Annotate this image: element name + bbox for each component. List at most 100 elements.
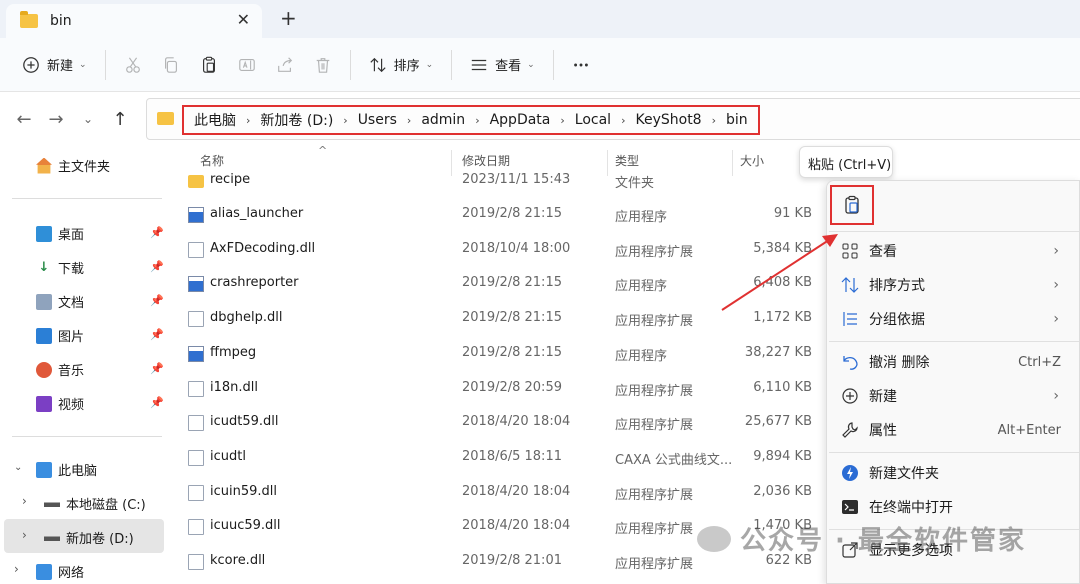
crumb-appdata[interactable]: AppData	[490, 112, 551, 128]
chevron-right-icon[interactable]: ›	[712, 114, 716, 127]
undo-shortcut: Ctrl+Z	[1018, 354, 1061, 370]
up-arrow-icon[interactable]: ↑	[104, 109, 136, 130]
crumb-admin[interactable]: admin	[421, 112, 465, 128]
nav-music[interactable]: 音乐	[36, 360, 84, 379]
list-view-icon	[471, 59, 487, 70]
file-date: 2018/6/5 18:11	[462, 448, 562, 464]
chevron-right-icon[interactable]: ›	[22, 494, 27, 508]
chevron-right-icon[interactable]: ›	[407, 114, 411, 127]
file-name: dbghelp.dll	[210, 310, 283, 326]
nav-documents[interactable]: 文档	[36, 292, 84, 311]
file-size: 9,894 KB	[753, 448, 812, 464]
nav-desktop[interactable]: 桌面	[36, 224, 84, 243]
nav-drive-c[interactable]: 本地磁盘 (C:)	[44, 494, 146, 513]
menu-item-group[interactable]: 分组依据 ›	[827, 302, 1080, 336]
file-row[interactable]: icuin59.dll 2018/4/20 18:04 应用程序扩展 2,036 KB	[166, 476, 826, 510]
crumb-local[interactable]: Local	[575, 112, 611, 128]
chevron-right-icon[interactable]: ›	[246, 114, 250, 127]
pin-icon[interactable]: 📌	[150, 362, 164, 375]
pin-icon[interactable]: 📌	[150, 260, 164, 273]
nav-downloads[interactable]: ↓ 下载	[36, 258, 84, 278]
rename-button[interactable]	[228, 47, 266, 83]
pin-icon[interactable]: 📌	[150, 396, 164, 409]
file-name: icudt59.dll	[210, 414, 279, 430]
menu-item-new-folder[interactable]: 新建文件夹	[827, 456, 1080, 490]
menu-item-undo[interactable]: 撤消 删除 Ctrl+Z	[827, 345, 1080, 379]
file-type: 应用程序扩展	[615, 557, 694, 572]
divider	[12, 198, 162, 199]
file-row[interactable]: icudtl 2018/6/5 18:11 CAXA 公式曲线文... 9,894 K…	[166, 441, 826, 475]
file-date: 2018/4/20 18:04	[462, 483, 571, 499]
nav-home[interactable]: 主文件夹	[36, 156, 110, 175]
pin-icon[interactable]: 📌	[150, 328, 164, 341]
folder-icon	[188, 175, 204, 188]
application-icon	[188, 345, 204, 362]
clipboard-icon	[845, 195, 859, 214]
undo-icon	[843, 356, 858, 370]
crumb-users[interactable]: Users	[358, 112, 397, 128]
menu-item-view[interactable]: 查看 ›	[827, 234, 1080, 268]
copy-button[interactable]	[152, 47, 190, 83]
file-icon	[188, 311, 204, 328]
chevron-right-icon[interactable]: ›	[343, 114, 347, 127]
chevron-right-icon[interactable]: ›	[14, 562, 19, 576]
divider	[829, 452, 1079, 453]
sort-button[interactable]: 排序 ⌄	[359, 47, 444, 83]
expand-chevron-icon[interactable]: ⌄	[14, 462, 22, 473]
file-date: 2018/10/4 18:00	[462, 240, 571, 256]
pin-icon[interactable]: 📌	[150, 226, 164, 239]
new-tab-button[interactable]: +	[280, 6, 297, 30]
file-row[interactable]: kcore.dll 2019/2/8 21:01 应用程序扩展 622 KB	[166, 545, 826, 579]
crumb-keyshot8[interactable]: KeyShot8	[635, 112, 701, 128]
copy-icon	[164, 56, 177, 73]
nav-network[interactable]: 网络	[36, 562, 84, 581]
menu-item-sort-label: 排序方式	[869, 278, 925, 294]
nav-videos[interactable]: 视频	[36, 394, 84, 413]
more-button[interactable]	[562, 47, 600, 83]
chevron-right-icon[interactable]: ›	[22, 528, 27, 542]
cut-button[interactable]	[114, 47, 152, 83]
file-row[interactable]: i18n.dll 2019/2/8 20:59 应用程序扩展 6,110 KB	[166, 372, 826, 406]
crumb-this-pc[interactable]: 此电脑	[194, 110, 236, 130]
nav-pictures[interactable]: 图片	[36, 326, 84, 345]
file-row[interactable]: icudt59.dll 2018/4/20 18:04 应用程序扩展 25,677 K…	[166, 406, 826, 440]
folder-icon	[157, 112, 174, 125]
file-type: 应用程序扩展	[615, 244, 694, 260]
menu-item-properties[interactable]: 属性 Alt+Enter	[827, 413, 1080, 447]
chevron-down-icon: ⌄	[79, 59, 87, 70]
menu-item-terminal[interactable]: 在终端中打开	[827, 490, 1080, 524]
menu-item-new[interactable]: 新建 ›	[827, 379, 1080, 413]
file-type: 应用程序扩展	[615, 418, 694, 434]
file-type: 文件夹	[615, 176, 655, 191]
delete-button[interactable]	[304, 47, 342, 83]
file-row[interactable]: ffmpeg 2019/2/8 21:15 应用程序 38,227 KB	[166, 337, 826, 371]
paste-button[interactable]	[190, 47, 228, 83]
nav-drive-d[interactable]: 新加卷 (D:)	[44, 528, 134, 547]
navigation-pane: 主文件夹 桌面 📌 ↓ 下载 📌 文档 📌 图片 📌 音乐 📌 视频 📌 ⌄ 此…	[0, 146, 166, 584]
menu-item-sort[interactable]: 排序方式 ›	[827, 268, 1080, 302]
nav-videos-label: 视频	[58, 398, 85, 413]
chevron-right-icon[interactable]: ›	[560, 114, 564, 127]
recent-chevron-icon[interactable]: ⌄	[72, 112, 104, 126]
tab-bin[interactable]: bin ✕	[6, 4, 262, 38]
file-row[interactable]: recipe 2023/11/1 15:43 文件夹	[166, 164, 826, 198]
close-tab-icon[interactable]: ✕	[237, 10, 250, 29]
chevron-right-icon[interactable]: ›	[475, 114, 479, 127]
nav-network-label: 网络	[58, 566, 85, 581]
address-bar[interactable]: 此电脑 › 新加卷 (D:) › Users › admin › AppData › Lo…	[146, 98, 1080, 140]
download-icon: ↓	[38, 259, 50, 275]
crumb-drive-d[interactable]: 新加卷 (D:)	[260, 110, 333, 130]
new-button[interactable]: 新建 ⌄	[12, 47, 97, 83]
crumb-bin[interactable]: bin	[726, 112, 748, 128]
forward-arrow-icon[interactable]: →	[40, 109, 72, 130]
share-button[interactable]	[266, 47, 304, 83]
menu-item-terminal-label: 在终端中打开	[869, 500, 953, 516]
menu-item-new-folder-label: 新建文件夹	[869, 466, 939, 482]
pin-icon[interactable]: 📌	[150, 294, 164, 307]
view-button[interactable]: 查看 ⌄	[460, 47, 545, 83]
nav-this-pc[interactable]: 此电脑	[36, 460, 97, 479]
file-list: 名称 ^ 修改日期 类型 大小 recipe 2023/11/1 15:43 文件夹…	[166, 144, 826, 584]
chevron-right-icon[interactable]: ›	[621, 114, 625, 127]
menu-paste-button[interactable]	[830, 185, 874, 225]
back-arrow-icon[interactable]: ←	[8, 109, 40, 130]
